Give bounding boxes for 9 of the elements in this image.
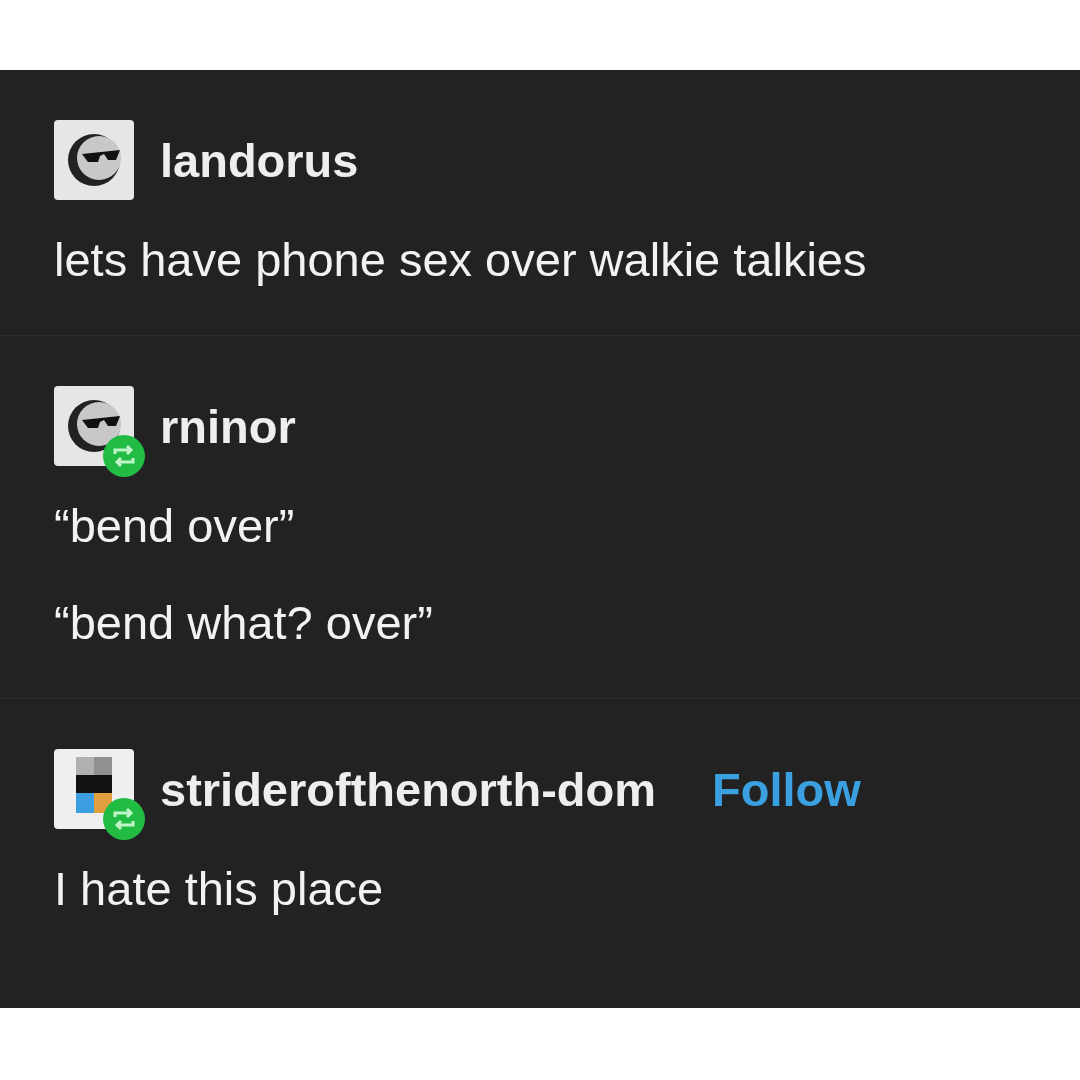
username[interactable]: striderofthenorth-dom — [160, 765, 657, 813]
sunglasses-face-icon — [54, 120, 134, 200]
reblog-icon — [102, 797, 146, 841]
follow-button[interactable]: Follow — [712, 765, 861, 813]
username[interactable]: rninor — [160, 402, 296, 450]
post-text: “bend over” — [54, 502, 296, 549]
reblog-icon — [102, 434, 146, 478]
username[interactable]: landorus — [160, 136, 359, 184]
post-text: “bend what? over” — [54, 599, 434, 646]
